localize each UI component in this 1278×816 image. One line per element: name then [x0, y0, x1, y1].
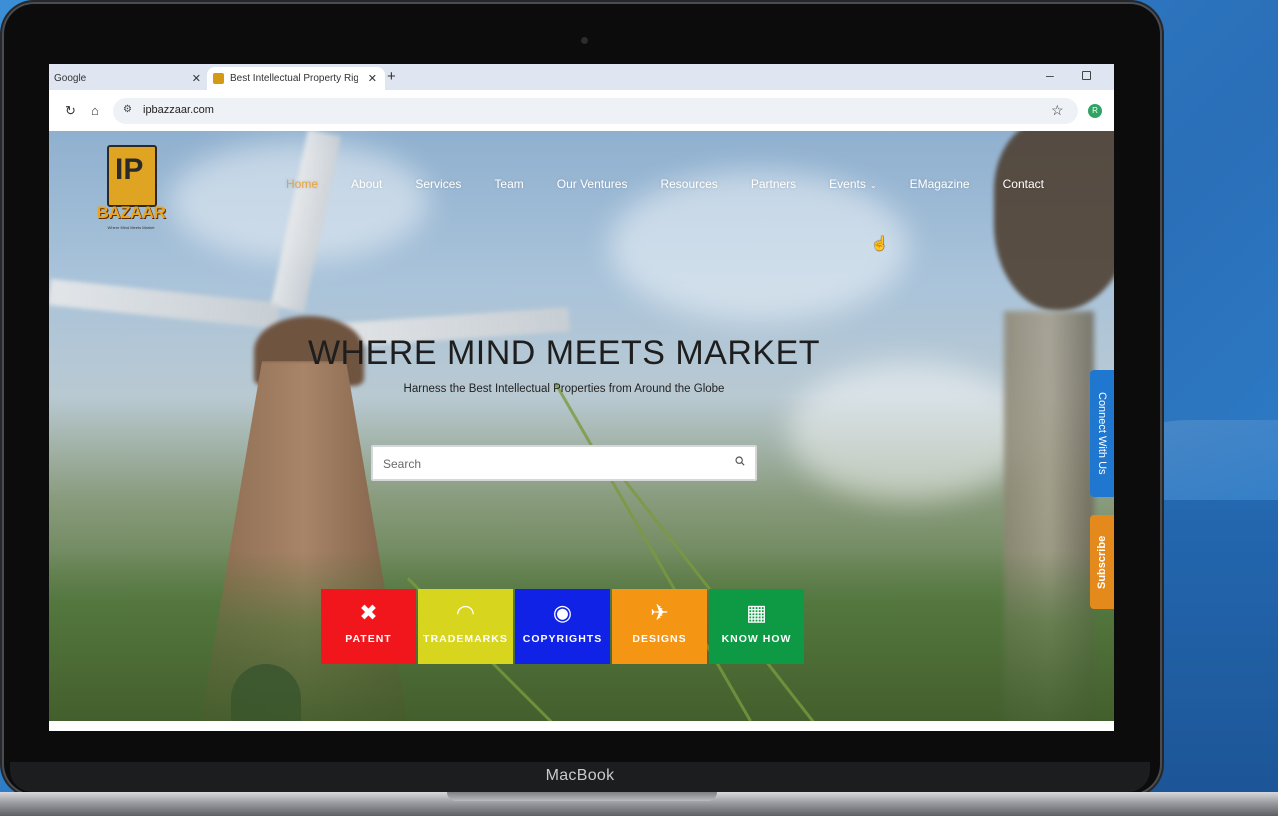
nav-item-team[interactable]: Team — [494, 177, 523, 191]
nav-item-events[interactable]: Events ⌄ — [829, 177, 876, 191]
nav-item-our-ventures[interactable]: Our Ventures — [557, 177, 628, 191]
tab-close-icon[interactable]: ✕ — [192, 72, 201, 85]
tab-title: Google — [54, 73, 87, 84]
new-tab-button[interactable]: + — [387, 68, 396, 85]
laptop-notch — [447, 792, 717, 801]
category-tile-trademarks[interactable]: ◠ TRADEMARKS — [418, 589, 513, 664]
subscribe-button[interactable]: Subscribe — [1090, 515, 1114, 609]
category-label: KNOW HOW — [721, 633, 792, 645]
profile-avatar[interactable]: R — [1088, 104, 1102, 118]
hand-cursor-icon: ☝ — [871, 235, 889, 251]
category-tile-know-how[interactable]: ▦ KNOW HOW — [709, 589, 804, 664]
tab-title: Best Intellectual Property Right — [230, 73, 358, 84]
search-icon[interactable] — [735, 456, 745, 466]
hero-headline: WHERE MIND MEETS MARKET — [307, 334, 821, 372]
nav-item-resources[interactable]: Resources — [660, 177, 717, 191]
fingerprint-icon: ◉ — [552, 600, 573, 625]
nav-item-contact[interactable]: Contact — [1003, 177, 1044, 191]
nav-item-emagazine[interactable]: EMagazine — [910, 177, 970, 191]
site-logo[interactable]: IP BAZAAR Where Mind Meets Market — [85, 141, 177, 237]
laptop-chin: MacBook — [10, 762, 1150, 792]
address-bar[interactable]: ⚙ ipbazzaar.com — [113, 98, 1078, 124]
search-box[interactable] — [371, 445, 757, 481]
nav-item-services[interactable]: Services — [415, 177, 461, 191]
category-tile-patent[interactable]: ✖ PATENT — [321, 589, 416, 664]
site-settings-icon[interactable]: ⚙ — [123, 104, 132, 115]
chevron-down-icon: ⌄ — [869, 181, 877, 190]
tab-bar: Google ✕ Best Intellectual Property Righ… — [49, 64, 1114, 90]
bookmark-star-icon[interactable]: ☆ — [1051, 102, 1064, 119]
nav-item-about[interactable]: About — [351, 177, 382, 191]
tools-icon: ✖ — [359, 600, 378, 625]
category-tiles: ✖ PATENT ◠ TRADEMARKS ◉ COPYRIGHTS ✈ DES… — [321, 589, 806, 664]
nav-item-partners[interactable]: Partners — [751, 177, 796, 191]
logo-mark: IP — [115, 153, 144, 186]
maximize-icon[interactable] — [1082, 71, 1091, 80]
category-label: DESIGNS — [632, 633, 687, 645]
nav-item-events-label: Events — [829, 177, 866, 191]
search-input[interactable] — [381, 453, 715, 475]
nav-item-home[interactable]: Home — [286, 177, 318, 191]
main-nav: Home About Services Team Our Ventures Re… — [286, 177, 1044, 191]
tab-close-icon[interactable]: ✕ — [368, 72, 377, 85]
category-label: TRADEMARKS — [423, 633, 508, 645]
reload-icon[interactable]: ↻ — [65, 103, 76, 119]
url-text[interactable]: ipbazzaar.com — [143, 104, 214, 116]
hero-subheadline: Harness the Best Intellectual Properties… — [403, 383, 725, 395]
category-tile-copyrights[interactable]: ◉ COPYRIGHTS — [515, 589, 610, 664]
tab-ipbazzaar[interactable]: Best Intellectual Property Right ✕ — [207, 67, 385, 90]
laptop-base — [0, 792, 1278, 816]
tree-branch — [994, 131, 1114, 311]
site-favicon-icon — [213, 73, 224, 84]
category-tile-designs[interactable]: ✈ DESIGNS — [612, 589, 707, 664]
device-label: MacBook — [545, 767, 615, 784]
logo-name: BAZAAR — [96, 203, 166, 222]
cloud — [789, 361, 1029, 501]
home-icon[interactable]: ⌂ — [91, 103, 99, 118]
address-bar-row: ↻ ⌂ ⚙ ipbazzaar.com ☆ R — [49, 90, 1114, 131]
category-label: COPYRIGHTS — [522, 633, 603, 645]
tab-google[interactable]: Google ✕ — [49, 67, 209, 90]
wifi-icon: ◠ — [455, 600, 476, 625]
windmill-blade — [49, 279, 280, 329]
hero-section: IP BAZAAR Where Mind Meets Market Home A… — [49, 131, 1114, 721]
cloud — [609, 171, 909, 321]
category-label: PATENT — [345, 633, 392, 645]
logo-tagline: Where Mind Meets Market — [107, 225, 155, 230]
page-below-hero — [49, 721, 1114, 731]
minimize-icon[interactable]: – — [1046, 67, 1054, 83]
qr-code-icon: ▦ — [746, 600, 767, 625]
connect-with-us-button[interactable]: Connect With Us — [1090, 370, 1114, 497]
camera-icon — [581, 37, 588, 44]
plane-icon: ✈ — [650, 600, 669, 625]
browser-window: Google ✕ Best Intellectual Property Righ… — [49, 64, 1114, 731]
